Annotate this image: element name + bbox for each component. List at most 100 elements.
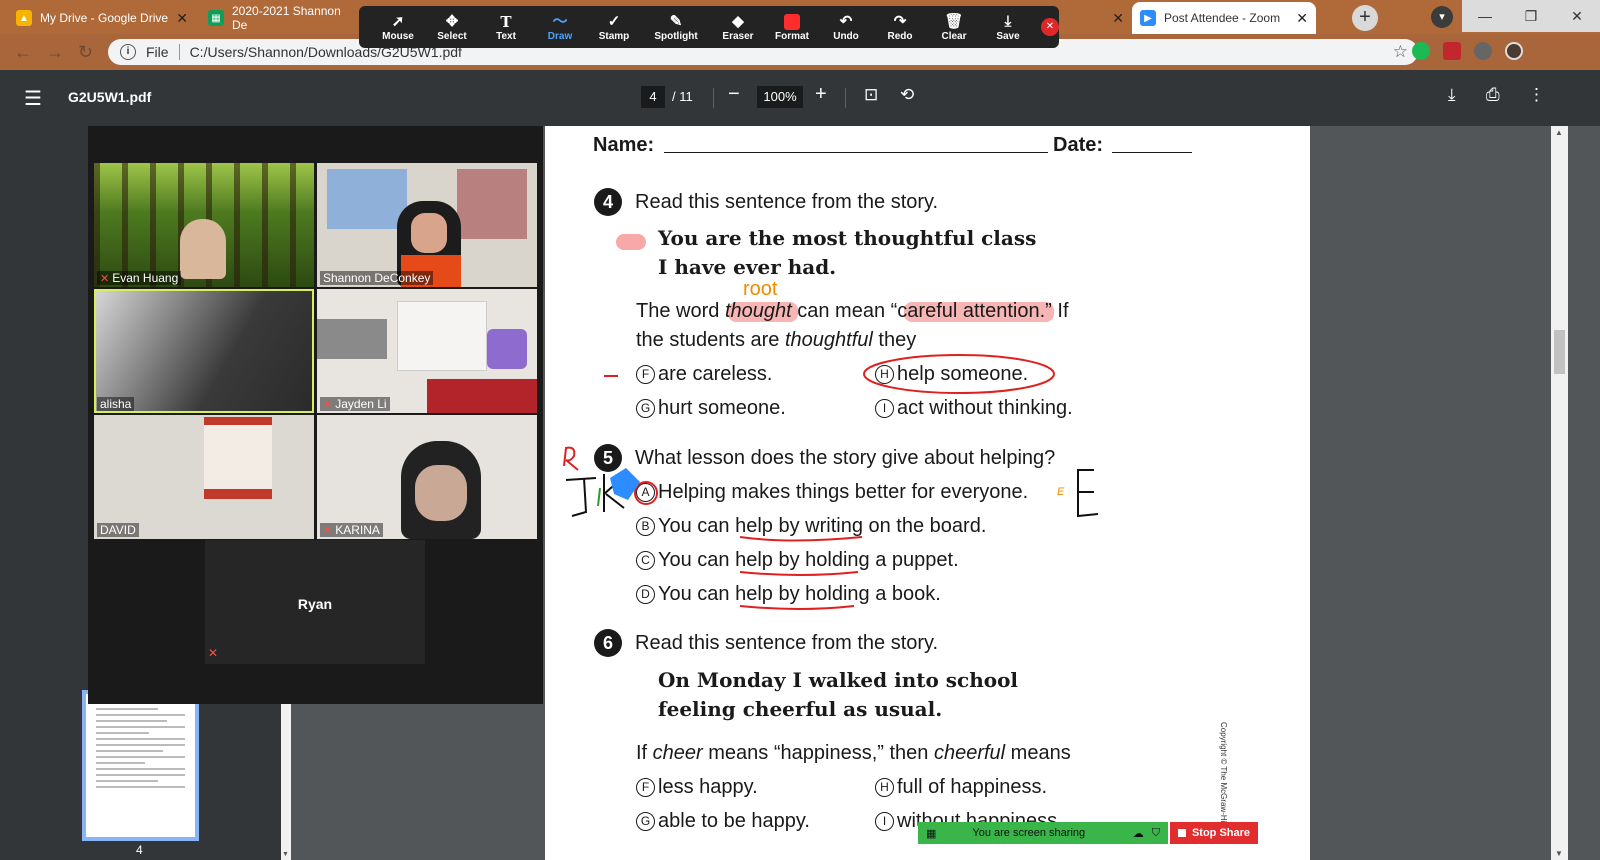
menu-icon[interactable]: ☰ [24,86,42,111]
tab-title: My Drive - Google Drive [40,11,169,25]
participant-name: ✕ KARINA [320,523,383,537]
restore-icon[interactable]: ❐ [1508,0,1554,32]
tool-spotlight[interactable]: ✎ Spotlight [641,6,711,48]
tool-eraser[interactable]: ◆ Eraser [711,6,765,48]
q4-option-g[interactable]: Ghurt someone. [636,397,786,420]
tool-select[interactable]: ✥ Select [425,6,479,48]
shield-icon: ⛉ [1151,826,1160,839]
tab-sheets[interactable]: ▦ 2020-2021 Shannon De [200,2,360,34]
video-tile-alisha[interactable]: alisha [94,289,314,413]
muted-mic-icon: ✕ [100,273,110,285]
rotate-icon[interactable]: ⟲ [900,85,914,105]
more-vert-icon[interactable]: ⋮ [1528,85,1545,105]
tool-format[interactable]: Format [765,6,819,48]
close-icon[interactable]: ✕ [1296,10,1308,27]
document-scrollbar[interactable]: ▲ ▼ [1551,126,1568,860]
date-line [1112,152,1192,153]
q5-option-d[interactable]: D You can help by holding a book. [636,583,941,606]
info-icon[interactable]: i [120,44,136,60]
tool-draw[interactable]: 〜 Draw [533,6,587,48]
tab-google-drive[interactable]: ▲ My Drive - Google Drive ✕ [8,2,196,34]
tool-label: Save [996,30,1020,42]
download-icon[interactable]: ⤓ [1448,85,1456,105]
participant-name: alisha [97,397,135,411]
reload-icon[interactable]: ↻ [78,42,93,63]
stop-share-button[interactable]: Stop Share [1170,822,1258,844]
video-tile-shannon-deconkey[interactable]: Shannon DeConkey [317,163,537,287]
participant-name: ✕ Evan Huang [97,271,182,285]
move-icon: ✥ [445,12,459,30]
q6-quote-line1: On Monday I walked into school [658,668,1019,692]
save-icon: ⤓ [1004,12,1012,30]
text: cheer [652,742,703,764]
text: cheerful [933,742,1006,764]
scroll-down-arrow-icon[interactable]: ▼ [1555,849,1563,858]
avatar[interactable] [1505,42,1523,60]
checkmark-icon: ✓ [607,12,621,30]
tab-search-icon[interactable]: ▾ [1431,6,1453,28]
zoom-level-input[interactable]: 100% [757,86,803,108]
back-icon[interactable]: ← [14,42,32,63]
q5-option-a[interactable]: A Helping makes things better for everyon… [636,481,1028,504]
text: means [1005,742,1071,764]
q6-option-f[interactable]: Fless happy. [636,776,758,799]
q5-option-b[interactable]: B You can help by writing on the board. [636,515,986,538]
annotation-e-small: E [1057,486,1065,498]
screen-share-bar[interactable]: ▦ You are screen sharing ☁ ⛉ [918,822,1168,844]
new-tab-button[interactable]: + [1352,5,1378,31]
participant-figure [180,219,226,279]
q5-option-c[interactable]: C You can help by holding a puppet. [636,549,959,572]
scroll-up-arrow-icon[interactable]: ▲ [1555,128,1563,137]
scrollbar-thumb[interactable] [1554,330,1565,374]
minimize-icon[interactable]: — [1462,0,1508,32]
tool-clear[interactable]: 🗑 Clear [927,6,981,48]
tool-save[interactable]: ⤓ Save [981,6,1035,48]
tool-label: Select [437,30,467,42]
print-icon[interactable]: ⎙ [1486,85,1500,105]
cloud-icon: ☁ [1132,827,1144,840]
cursor-icon: ➚ [391,12,405,30]
tool-undo[interactable]: ↶ Undo [819,6,873,48]
muted-mic-icon: ✕ [208,646,219,660]
tab-hidden-close[interactable]: ✕ [1100,2,1130,34]
q6-option-h[interactable]: Hfull of happiness. [875,776,1047,799]
q4-option-i[interactable]: Iact without thinking. [875,397,1073,420]
close-icon[interactable]: ✕ [176,10,188,27]
q4-option-h[interactable]: Hhelp someone. [875,363,1028,386]
thumbnail-content [96,702,185,792]
q6-option-g[interactable]: Gable to be happy. [636,810,810,833]
question-number-4: 4 [594,188,622,216]
fit-page-icon[interactable]: ⊡ [864,85,878,105]
close-icon[interactable]: ✕ [1112,10,1124,27]
zoom-in-icon[interactable]: + [815,83,827,106]
video-tile-evan-huang[interactable]: ✕ Evan Huang [94,163,314,287]
video-tile-david[interactable]: DAVID [94,415,314,539]
video-tile-jayden-li[interactable]: ✕ Jayden Li [317,289,537,413]
extensions-puzzle-icon[interactable] [1474,42,1492,60]
tool-text[interactable]: T Text [479,6,533,48]
page-number-input[interactable]: 4 [641,86,665,108]
tool-stamp[interactable]: ✓ Stamp [587,6,641,48]
forward-icon[interactable]: → [46,42,64,63]
text: thought [724,300,792,322]
extension-icon[interactable] [1412,42,1430,60]
page-thumbnail[interactable] [82,690,199,841]
tool-mouse[interactable]: ➚ Mouse [371,6,425,48]
tab-zoom[interactable]: ▶ Post Attendee - Zoom ✕ [1132,2,1316,34]
close-toolbar-icon[interactable]: ✕ [1041,18,1059,36]
text: The word [636,300,725,322]
highlight-dot [616,234,646,250]
zoom-out-icon[interactable]: − [728,83,740,106]
text: can mean “ [791,300,898,322]
q4-option-f[interactable]: Fare careless. [636,363,773,386]
tool-redo[interactable]: ↷ Redo [873,6,927,48]
text: If [636,742,653,764]
option-letter: D [636,585,655,604]
ublock-icon[interactable] [1443,42,1461,60]
window-close-icon[interactable]: ✕ [1554,0,1600,32]
bookmark-star-icon[interactable]: ☆ [1393,42,1408,62]
trash-icon: 🗑 [944,12,964,30]
audio-only-tile-ryan[interactable]: Ryan ✕ [205,540,425,664]
scroll-down-arrow-icon[interactable]: ▼ [282,851,289,858]
video-tile-karina[interactable]: ✕ KARINA [317,415,537,539]
